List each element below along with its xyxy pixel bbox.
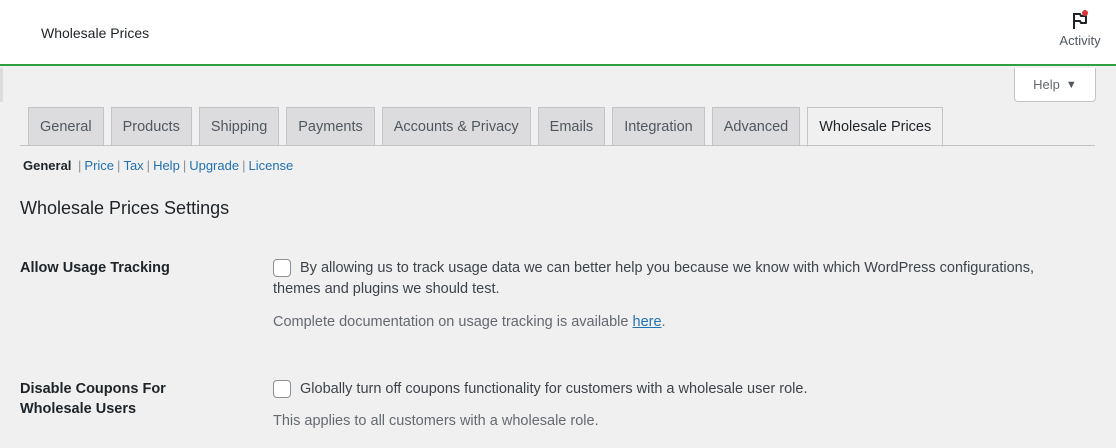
subnav-link-help[interactable]: Help <box>153 158 180 173</box>
disable-coupons-label-line2: Wholesale Users <box>20 401 137 417</box>
caret-down-icon: ▼ <box>1065 78 1077 91</box>
usage-tracking-checkbox[interactable] <box>273 259 291 277</box>
usage-tracking-label: Allow Usage Tracking <box>20 260 170 276</box>
tabs-divider <box>20 145 1095 146</box>
subnav-current: General <box>23 158 72 173</box>
subnav-separator: | <box>74 158 82 173</box>
flag-icon <box>1073 10 1088 29</box>
tab-general[interactable]: General <box>28 107 104 146</box>
tab-accounts-privacy[interactable]: Accounts & Privacy <box>381 107 531 146</box>
subnav-link-price[interactable]: Price <box>84 158 114 173</box>
usage-tracking-description: Complete documentation on usage tracking… <box>273 314 666 330</box>
disable-coupons-description: This applies to all customers with a who… <box>273 413 599 429</box>
tab-shipping[interactable]: Shipping <box>198 107 280 146</box>
activity-label: Activity <box>1059 33 1101 48</box>
activity-button[interactable]: Activity <box>1056 9 1104 48</box>
usage-tracking-desc-text: Complete documentation on usage tracking… <box>273 314 633 330</box>
subnav-link-license[interactable]: License <box>248 158 293 173</box>
subnav-separator: | <box>146 158 151 173</box>
subnav-separator: | <box>182 158 187 173</box>
tab-products[interactable]: Products <box>110 107 192 146</box>
page-title: Wholesale Prices <box>41 25 150 41</box>
disable-coupons-text: Globally turn off coupons functionality … <box>300 381 808 397</box>
subnav-separator: | <box>117 158 121 173</box>
usage-tracking-desc-end: . <box>661 314 666 330</box>
subnav-link-tax[interactable]: Tax <box>123 158 143 173</box>
help-label: Help <box>1033 77 1060 92</box>
tab-payments[interactable]: Payments <box>286 107 375 146</box>
subnav-separator: | <box>242 158 246 173</box>
help-button[interactable]: Help ▼ <box>1014 68 1096 102</box>
disable-coupons-label-line1: Disable Coupons For <box>20 381 166 397</box>
tab-integration[interactable]: Integration <box>612 107 705 146</box>
usage-tracking-doc-link[interactable]: here <box>633 314 662 330</box>
subnav: General | Price | Tax | Help | Upgrade |… <box>23 158 293 173</box>
usage-tracking-text-cont: themes and plugins we should test. <box>273 281 500 297</box>
tab-emails[interactable]: Emails <box>537 107 606 146</box>
usage-tracking-text: By allowing us to track usage data we ca… <box>300 260 1034 276</box>
disable-coupons-checkbox[interactable] <box>273 380 291 398</box>
tab-advanced[interactable]: Advanced <box>711 107 801 146</box>
section-title: Wholesale Prices Settings <box>20 198 230 218</box>
settings-tabs: General Products Shipping Payments Accou… <box>28 107 944 147</box>
left-gutter <box>0 68 3 102</box>
tab-wholesale-prices[interactable]: Wholesale Prices <box>807 107 944 147</box>
subnav-link-upgrade[interactable]: Upgrade <box>189 158 239 173</box>
disable-coupons-label: Disable Coupons For Wholesale Users <box>20 379 220 419</box>
top-bar: Wholesale Prices Activity <box>0 0 1116 66</box>
